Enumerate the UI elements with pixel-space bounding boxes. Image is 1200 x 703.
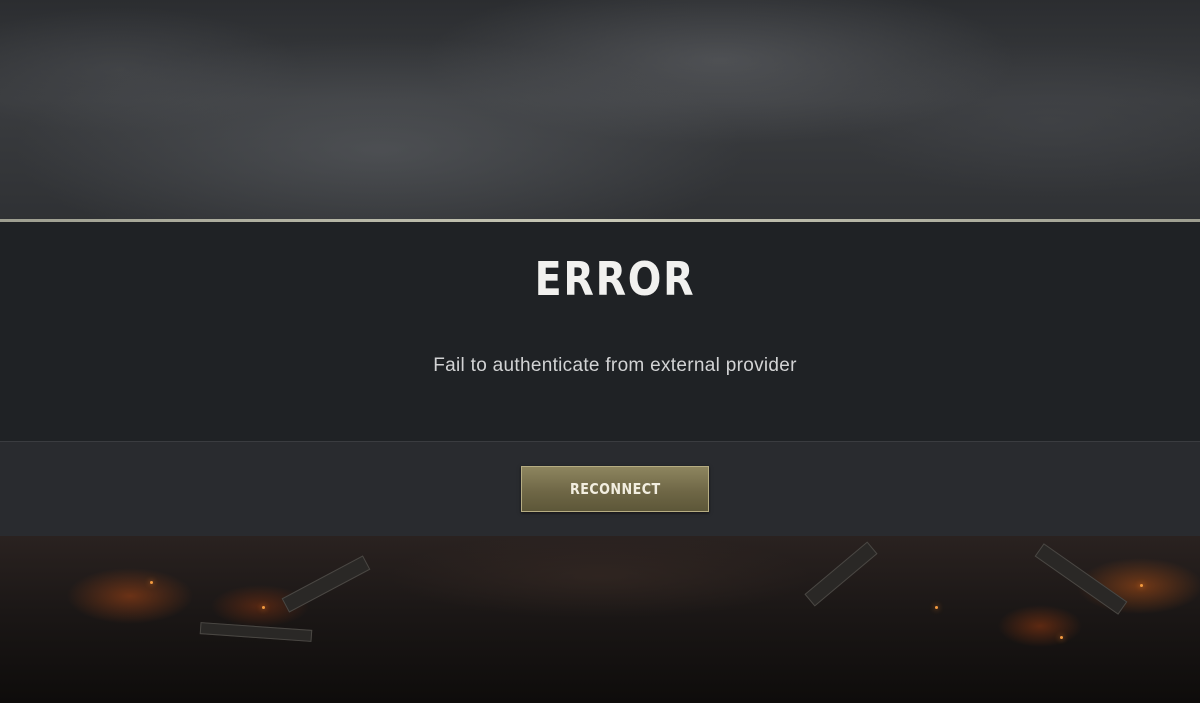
barricade-debris [199, 622, 313, 642]
error-dialog: ERROR Fail to authenticate from external… [0, 222, 1200, 536]
fire-ember [1060, 636, 1063, 639]
barricade-debris [281, 555, 371, 613]
fire-ember [935, 606, 938, 609]
barricade-debris [804, 541, 878, 607]
background-battlefield [0, 536, 1200, 703]
fire-ember [1140, 584, 1143, 587]
reconnect-button[interactable]: RECONNECT [521, 466, 709, 512]
dialog-title: ERROR [534, 252, 696, 306]
fire-ember [262, 606, 265, 609]
game-screen: ERROR Fail to authenticate from external… [0, 0, 1200, 703]
fire-ember [150, 581, 153, 584]
reconnect-button-label: RECONNECT [569, 480, 661, 498]
dialog-footer: RECONNECT [0, 441, 1200, 536]
barricade-debris [1034, 543, 1128, 615]
background-sky [0, 0, 1200, 222]
error-message: Fail to authenticate from external provi… [433, 355, 797, 376]
dialog-body: ERROR Fail to authenticate from external… [0, 222, 1200, 441]
